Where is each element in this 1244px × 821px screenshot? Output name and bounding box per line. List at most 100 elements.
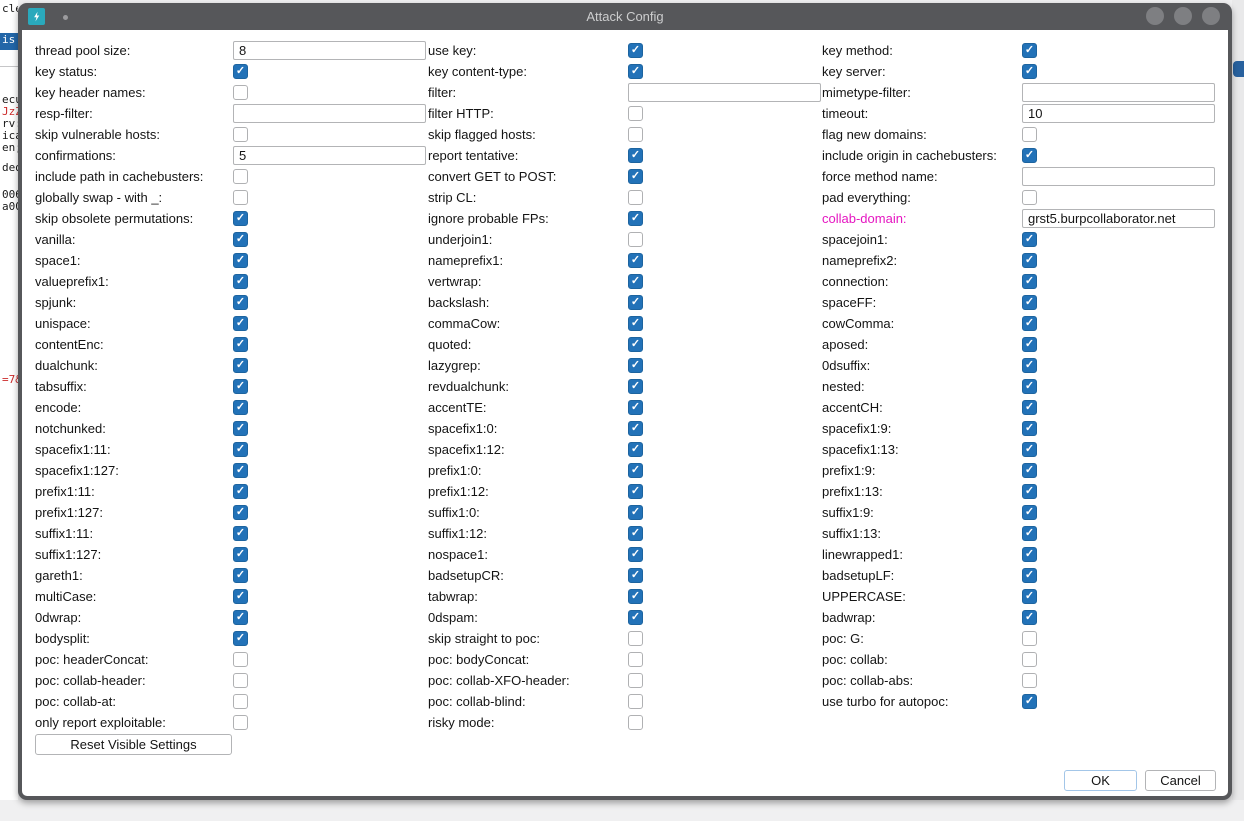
checkbox-linewrapped1[interactable]: ✓: [1022, 547, 1037, 562]
checkbox-key-method[interactable]: ✓: [1022, 43, 1037, 58]
checkbox-lazygrep[interactable]: ✓: [628, 358, 643, 373]
checkbox-uppercase[interactable]: ✓: [1022, 589, 1037, 604]
checkbox-encode[interactable]: ✓: [233, 400, 248, 415]
checkbox-globally-swap-with[interactable]: [233, 190, 248, 205]
minimize-button[interactable]: [1146, 7, 1164, 25]
checkbox-ignore-probable-fps[interactable]: ✓: [628, 211, 643, 226]
input-mimetype-filter[interactable]: [1022, 83, 1215, 102]
cancel-button[interactable]: Cancel: [1145, 770, 1216, 791]
checkbox-vanilla[interactable]: ✓: [233, 232, 248, 247]
checkbox-key-content-type[interactable]: ✓: [628, 64, 643, 79]
input-filter[interactable]: [628, 83, 821, 102]
checkbox-key-status[interactable]: ✓: [233, 64, 248, 79]
input-force-method-name[interactable]: [1022, 167, 1215, 186]
checkbox-poc-collab-blind[interactable]: [628, 694, 643, 709]
checkbox-risky-mode[interactable]: [628, 715, 643, 730]
checkbox-nameprefix1[interactable]: ✓: [628, 253, 643, 268]
checkbox-skip-flagged-hosts[interactable]: [628, 127, 643, 142]
checkbox-gareth1[interactable]: ✓: [233, 568, 248, 583]
checkbox-spacefix1-13[interactable]: ✓: [1022, 442, 1037, 457]
checkbox-0dsuffix[interactable]: ✓: [1022, 358, 1037, 373]
checkbox-suffix1-11[interactable]: ✓: [233, 526, 248, 541]
checkbox-vertwrap[interactable]: ✓: [628, 274, 643, 289]
checkbox-accentch[interactable]: ✓: [1022, 400, 1037, 415]
checkbox-poc-collab-at[interactable]: [233, 694, 248, 709]
checkbox-suffix1-0[interactable]: ✓: [628, 505, 643, 520]
checkbox-poc-g[interactable]: [1022, 631, 1037, 646]
input-confirmations[interactable]: [233, 146, 426, 165]
checkbox-filter-http[interactable]: [628, 106, 643, 121]
checkbox-spacefix1-127[interactable]: ✓: [233, 463, 248, 478]
checkbox-prefix1-13[interactable]: ✓: [1022, 484, 1037, 499]
checkbox-cowcomma[interactable]: ✓: [1022, 316, 1037, 331]
checkbox-badwrap[interactable]: ✓: [1022, 610, 1037, 625]
checkbox-spacefix1-11[interactable]: ✓: [233, 442, 248, 457]
checkbox-poc-headerconcat[interactable]: [233, 652, 248, 667]
input-thread-pool-size[interactable]: [233, 41, 426, 60]
checkbox-poc-collab-xfo-header[interactable]: [628, 673, 643, 688]
checkbox-spjunk[interactable]: ✓: [233, 295, 248, 310]
checkbox-key-header-names[interactable]: [233, 85, 248, 100]
checkbox-spacefix1-9[interactable]: ✓: [1022, 421, 1037, 436]
checkbox-aposed[interactable]: ✓: [1022, 337, 1037, 352]
checkbox-poc-collab[interactable]: [1022, 652, 1037, 667]
checkbox-0dwrap[interactable]: ✓: [233, 610, 248, 625]
input-collab-domain[interactable]: [1022, 209, 1215, 228]
checkbox-poc-collab-abs[interactable]: [1022, 673, 1037, 688]
checkbox-quoted[interactable]: ✓: [628, 337, 643, 352]
checkbox-report-tentative[interactable]: ✓: [628, 148, 643, 163]
checkbox-multicase[interactable]: ✓: [233, 589, 248, 604]
checkbox-flag-new-domains[interactable]: [1022, 127, 1037, 142]
checkbox-suffix1-12[interactable]: ✓: [628, 526, 643, 541]
checkbox-0dspam[interactable]: ✓: [628, 610, 643, 625]
checkbox-dualchunk[interactable]: ✓: [233, 358, 248, 373]
checkbox-suffix1-9[interactable]: ✓: [1022, 505, 1037, 520]
checkbox-badsetupcr[interactable]: ✓: [628, 568, 643, 583]
checkbox-valueprefix1[interactable]: ✓: [233, 274, 248, 289]
close-button[interactable]: [1202, 7, 1220, 25]
checkbox-backslash[interactable]: ✓: [628, 295, 643, 310]
ok-button[interactable]: OK: [1064, 770, 1137, 791]
checkbox-only-report-exploitable[interactable]: [233, 715, 248, 730]
checkbox-skip-vulnerable-hosts[interactable]: [233, 127, 248, 142]
checkbox-spaceff[interactable]: ✓: [1022, 295, 1037, 310]
checkbox-use-key[interactable]: ✓: [628, 43, 643, 58]
checkbox-prefix1-127[interactable]: ✓: [233, 505, 248, 520]
reset-visible-settings-button[interactable]: Reset Visible Settings: [35, 734, 232, 755]
checkbox-spacefix1-0[interactable]: ✓: [628, 421, 643, 436]
checkbox-convert-get-to-post[interactable]: ✓: [628, 169, 643, 184]
maximize-button[interactable]: [1174, 7, 1192, 25]
checkbox-suffix1-127[interactable]: ✓: [233, 547, 248, 562]
checkbox-nameprefix2[interactable]: ✓: [1022, 253, 1037, 268]
checkbox-include-path-in-cachebusters[interactable]: [233, 169, 248, 184]
checkbox-tabsuffix[interactable]: ✓: [233, 379, 248, 394]
checkbox-spacejoin1[interactable]: ✓: [1022, 232, 1037, 247]
checkbox-spacefix1-12[interactable]: ✓: [628, 442, 643, 457]
checkbox-prefix1-12[interactable]: ✓: [628, 484, 643, 499]
checkbox-nospace1[interactable]: ✓: [628, 547, 643, 562]
checkbox-include-origin-in-cachebusters[interactable]: ✓: [1022, 148, 1037, 163]
checkbox-commacow[interactable]: ✓: [628, 316, 643, 331]
checkbox-skip-straight-to-poc[interactable]: [628, 631, 643, 646]
checkbox-prefix1-0[interactable]: ✓: [628, 463, 643, 478]
checkbox-tabwrap[interactable]: ✓: [628, 589, 643, 604]
checkbox-revdualchunk[interactable]: ✓: [628, 379, 643, 394]
checkbox-poc-bodyconcat[interactable]: [628, 652, 643, 667]
checkbox-poc-collab-header[interactable]: [233, 673, 248, 688]
checkbox-suffix1-13[interactable]: ✓: [1022, 526, 1037, 541]
checkbox-connection[interactable]: ✓: [1022, 274, 1037, 289]
checkbox-key-server[interactable]: ✓: [1022, 64, 1037, 79]
checkbox-use-turbo-for-autopoc[interactable]: ✓: [1022, 694, 1037, 709]
checkbox-skip-obsolete-permutations[interactable]: ✓: [233, 211, 248, 226]
checkbox-contentenc[interactable]: ✓: [233, 337, 248, 352]
checkbox-strip-cl[interactable]: [628, 190, 643, 205]
checkbox-accentte[interactable]: ✓: [628, 400, 643, 415]
checkbox-pad-everything[interactable]: [1022, 190, 1037, 205]
checkbox-underjoin1[interactable]: [628, 232, 643, 247]
checkbox-badsetuplf[interactable]: ✓: [1022, 568, 1037, 583]
input-resp-filter[interactable]: [233, 104, 426, 123]
checkbox-bodysplit[interactable]: ✓: [233, 631, 248, 646]
checkbox-notchunked[interactable]: ✓: [233, 421, 248, 436]
checkbox-space1[interactable]: ✓: [233, 253, 248, 268]
checkbox-prefix1-11[interactable]: ✓: [233, 484, 248, 499]
